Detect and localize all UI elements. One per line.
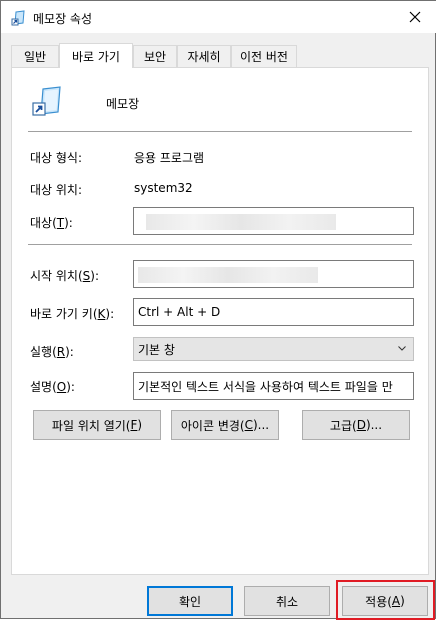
change-icon-button[interactable]: 아이콘 변경(C)... bbox=[171, 410, 279, 440]
ok-button[interactable]: 확인 bbox=[147, 586, 233, 616]
start-in-label-end: ): bbox=[90, 269, 100, 283]
start-in-field[interactable] bbox=[133, 260, 414, 288]
comment-field[interactable]: 기본적인 텍스트 서식을 사용하여 텍스트 파일을 만 bbox=[133, 372, 414, 400]
tab-security[interactable]: 보안 bbox=[133, 45, 177, 67]
tab-label: 보안 bbox=[143, 50, 167, 64]
button-label-end: )... bbox=[365, 418, 383, 432]
cancel-label: 취소 bbox=[275, 594, 299, 609]
tab-details[interactable]: 자세히 bbox=[177, 45, 231, 67]
ok-label: 확인 bbox=[178, 594, 202, 609]
open-file-location-button[interactable]: 파일 위치 열기(F) bbox=[33, 410, 161, 440]
comment-label-end: ): bbox=[66, 380, 75, 394]
run-label-end: ): bbox=[65, 345, 74, 359]
access-key: C bbox=[244, 418, 253, 432]
tab-shortcut[interactable]: 바로 가기 bbox=[59, 43, 133, 68]
divider bbox=[28, 131, 412, 132]
target-type-label: 대상 형식: bbox=[30, 151, 83, 165]
apply-label: 적용( bbox=[365, 594, 392, 609]
tab-label: 바로 가기 bbox=[72, 49, 120, 64]
target-label-text: 대상( bbox=[30, 216, 57, 230]
apply-access-key: A bbox=[391, 594, 401, 608]
run-select-value: 기본 창 bbox=[138, 342, 175, 357]
run-label-text: 실행( bbox=[30, 345, 57, 359]
close-button[interactable] bbox=[393, 1, 437, 33]
hotkey-label: 바로 가기 키(K): bbox=[30, 305, 114, 322]
hotkey-label-end: ): bbox=[105, 307, 115, 321]
target-label-end: ): bbox=[64, 216, 73, 230]
comment-value: 기본적인 텍스트 서식을 사용하여 텍스트 파일을 만 bbox=[138, 379, 393, 394]
close-icon bbox=[409, 11, 421, 23]
start-in-label-text: 시작 위치( bbox=[30, 269, 83, 283]
notepad-shortcut-icon bbox=[11, 10, 25, 26]
run-access-key: R bbox=[56, 345, 66, 359]
target-field[interactable] bbox=[133, 207, 414, 235]
target-access-key: T bbox=[56, 216, 65, 230]
access-key: D bbox=[356, 418, 366, 432]
hotkey-value: Ctrl + Alt + D bbox=[138, 305, 221, 319]
apply-label-end: ) bbox=[400, 594, 405, 608]
cancel-button[interactable]: 취소 bbox=[244, 586, 330, 616]
button-label-end: )... bbox=[252, 418, 270, 432]
start-in-label: 시작 위치(S): bbox=[30, 267, 99, 284]
button-label-end: ) bbox=[137, 418, 143, 432]
tab-label: 이전 버전 bbox=[240, 50, 288, 64]
target-location-label: 대상 위치: bbox=[30, 183, 83, 197]
divider bbox=[28, 244, 412, 245]
access-key: F bbox=[130, 418, 138, 432]
comment-label: 설명(O): bbox=[30, 378, 75, 395]
window-title: 메모장 속성 bbox=[33, 12, 93, 26]
target-type-value: 응용 프로그램 bbox=[134, 151, 205, 165]
run-select[interactable]: 기본 창 bbox=[133, 337, 414, 361]
tab-previous-versions[interactable]: 이전 버전 bbox=[231, 45, 297, 67]
hotkey-label-text: 바로 가기 키( bbox=[30, 307, 98, 321]
tab-general[interactable]: 일반 bbox=[11, 45, 59, 67]
button-label: 파일 위치 열기( bbox=[51, 418, 131, 433]
advanced-button[interactable]: 고급(D)... bbox=[302, 410, 410, 440]
tab-label: 자세히 bbox=[187, 50, 221, 64]
apply-button[interactable]: 적용(A) bbox=[342, 586, 428, 616]
chevron-down-icon bbox=[398, 346, 406, 351]
redacted-start-path bbox=[138, 267, 318, 283]
app-name: 메모장 bbox=[106, 97, 140, 111]
tab-strip: 일반 바로 가기 보안 자세히 이전 버전 bbox=[11, 43, 429, 68]
properties-dialog: 메모장 속성 일반 바로 가기 보안 자세히 이전 버전 메모장 대상 형식: … bbox=[0, 0, 437, 620]
comment-label-text: 설명( bbox=[30, 380, 57, 394]
button-label: 고급( bbox=[329, 418, 357, 433]
tab-label: 일반 bbox=[23, 50, 47, 64]
shortcut-panel: 메모장 대상 형식: 응용 프로그램 대상 위치: system32 대상(T)… bbox=[11, 67, 429, 575]
run-label: 실행(R): bbox=[30, 343, 74, 360]
title-bar: 메모장 속성 bbox=[1, 1, 437, 33]
comment-access-key: O bbox=[56, 380, 67, 394]
hotkey-field[interactable]: Ctrl + Alt + D bbox=[133, 298, 414, 326]
target-label: 대상(T): bbox=[30, 214, 73, 231]
target-location-value: system32 bbox=[134, 181, 193, 195]
notepad-app-icon bbox=[32, 86, 61, 116]
redacted-target-path bbox=[146, 214, 336, 230]
button-label: 아이콘 변경( bbox=[180, 418, 245, 433]
